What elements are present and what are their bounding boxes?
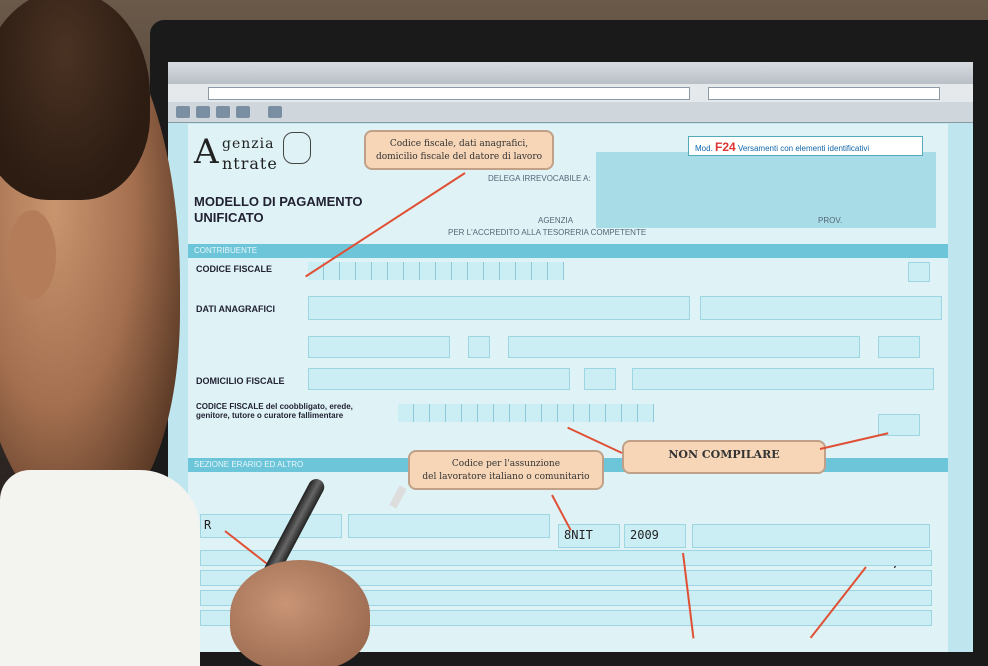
callout-datore-line-1: Codice fiscale, dati anagrafici, (389, 139, 529, 149)
print-icon[interactable] (176, 106, 190, 118)
domicilio-label: DOMICILIO FISCALE (196, 376, 285, 386)
codice-fiscale-coobbligato-field[interactable] (398, 404, 654, 422)
form-title: MODELLO DI PAGAMENTO UNIFICATO (194, 194, 363, 226)
bank-delegation-box (596, 152, 936, 228)
f24-prefix: Mod. (695, 144, 713, 153)
comune-domicilio-field[interactable] (308, 368, 570, 390)
search-input[interactable] (708, 87, 940, 100)
logo-mark: A (194, 132, 219, 172)
person-hand (230, 560, 370, 666)
coobbligato-label-line-1: CODICE FISCALE del coobbligato, erede, (196, 402, 353, 411)
codice-fiscale-field[interactable] (308, 262, 564, 280)
bank-label: DELEGA IRREVOCABILE A: (488, 174, 591, 183)
person-ear (8, 210, 56, 300)
title-line-1: MODELLO DI PAGAMENTO (194, 194, 363, 209)
callout-datore-line-2: domicilio fiscale del datore di lavoro (375, 152, 543, 162)
zoom-icon[interactable] (268, 106, 282, 118)
prov-nascita-field[interactable] (878, 336, 920, 358)
republic-emblem-icon (283, 132, 311, 164)
importo-field[interactable] (692, 524, 930, 548)
anno-value: 2009 (630, 528, 659, 542)
pdf-toolbar (168, 102, 973, 123)
f24-code: F24 (715, 140, 736, 154)
via-domicilio-field[interactable] (632, 368, 934, 390)
person-shirt (0, 470, 200, 666)
checkbox-field[interactable] (908, 262, 930, 282)
prov-label: PROV. (818, 216, 843, 225)
callout-assunzione-line-1: Codice per l'assunzione (451, 459, 561, 469)
browser-address-bar (168, 84, 973, 103)
prov-domicilio-field[interactable] (584, 368, 616, 390)
coobbligato-label: CODICE FISCALE del coobbligato, erede, g… (196, 402, 353, 420)
nome-field[interactable] (700, 296, 942, 320)
title-line-2: UNIFICATO (194, 210, 264, 225)
callout-assunzione: Codice per l'assunzione del lavoratore i… (408, 450, 604, 490)
f24-header: Mod. F24 Versamenti con elementi identif… (688, 136, 923, 156)
codice-tributo-value: 8NIT (564, 528, 593, 542)
save-icon[interactable] (196, 106, 210, 118)
sesso-field[interactable] (468, 336, 490, 358)
logo-line-1: genzia (222, 136, 275, 152)
dati-anagrafici-label: DATI ANAGRAFICI (196, 304, 275, 314)
callout-datore: Codice fiscale, dati anagrafici, domicil… (364, 130, 554, 170)
url-input[interactable] (208, 87, 690, 100)
section-contribuente: CONTRIBUENTE (188, 244, 948, 258)
cognome-field[interactable] (308, 296, 690, 320)
coobbligato-label-line-2: genitore, tutore o curatore fallimentare (196, 411, 344, 420)
data-nascita-field[interactable] (308, 336, 450, 358)
tipo-value: R (204, 518, 212, 532)
back-icon[interactable] (216, 106, 230, 118)
elementi-identificativi-field[interactable] (348, 514, 550, 538)
comune-nascita-field[interactable] (508, 336, 860, 358)
logo-line-2: ntrate (222, 154, 278, 173)
photo-scene: A genzia ntrate MODELLO DI PAGAMENTO UNI… (0, 0, 988, 666)
codice-fiscale-label: CODICE FISCALE (196, 264, 273, 274)
browser-menubar (168, 62, 973, 84)
per-label: PER L'ACCREDITO ALLA TESORERIA COMPETENT… (448, 228, 647, 237)
forward-icon[interactable] (236, 106, 250, 118)
agency-label: AGENZIA (538, 216, 574, 225)
callout-non-compilare: NON COMPILARE (622, 440, 826, 474)
callout-assunzione-line-2: del lavoratore italiano o comunitario (422, 472, 590, 482)
f24-text: Versamenti con elementi identificativi (737, 144, 870, 153)
tipo-field[interactable] (200, 514, 342, 538)
person-hair (0, 0, 150, 200)
